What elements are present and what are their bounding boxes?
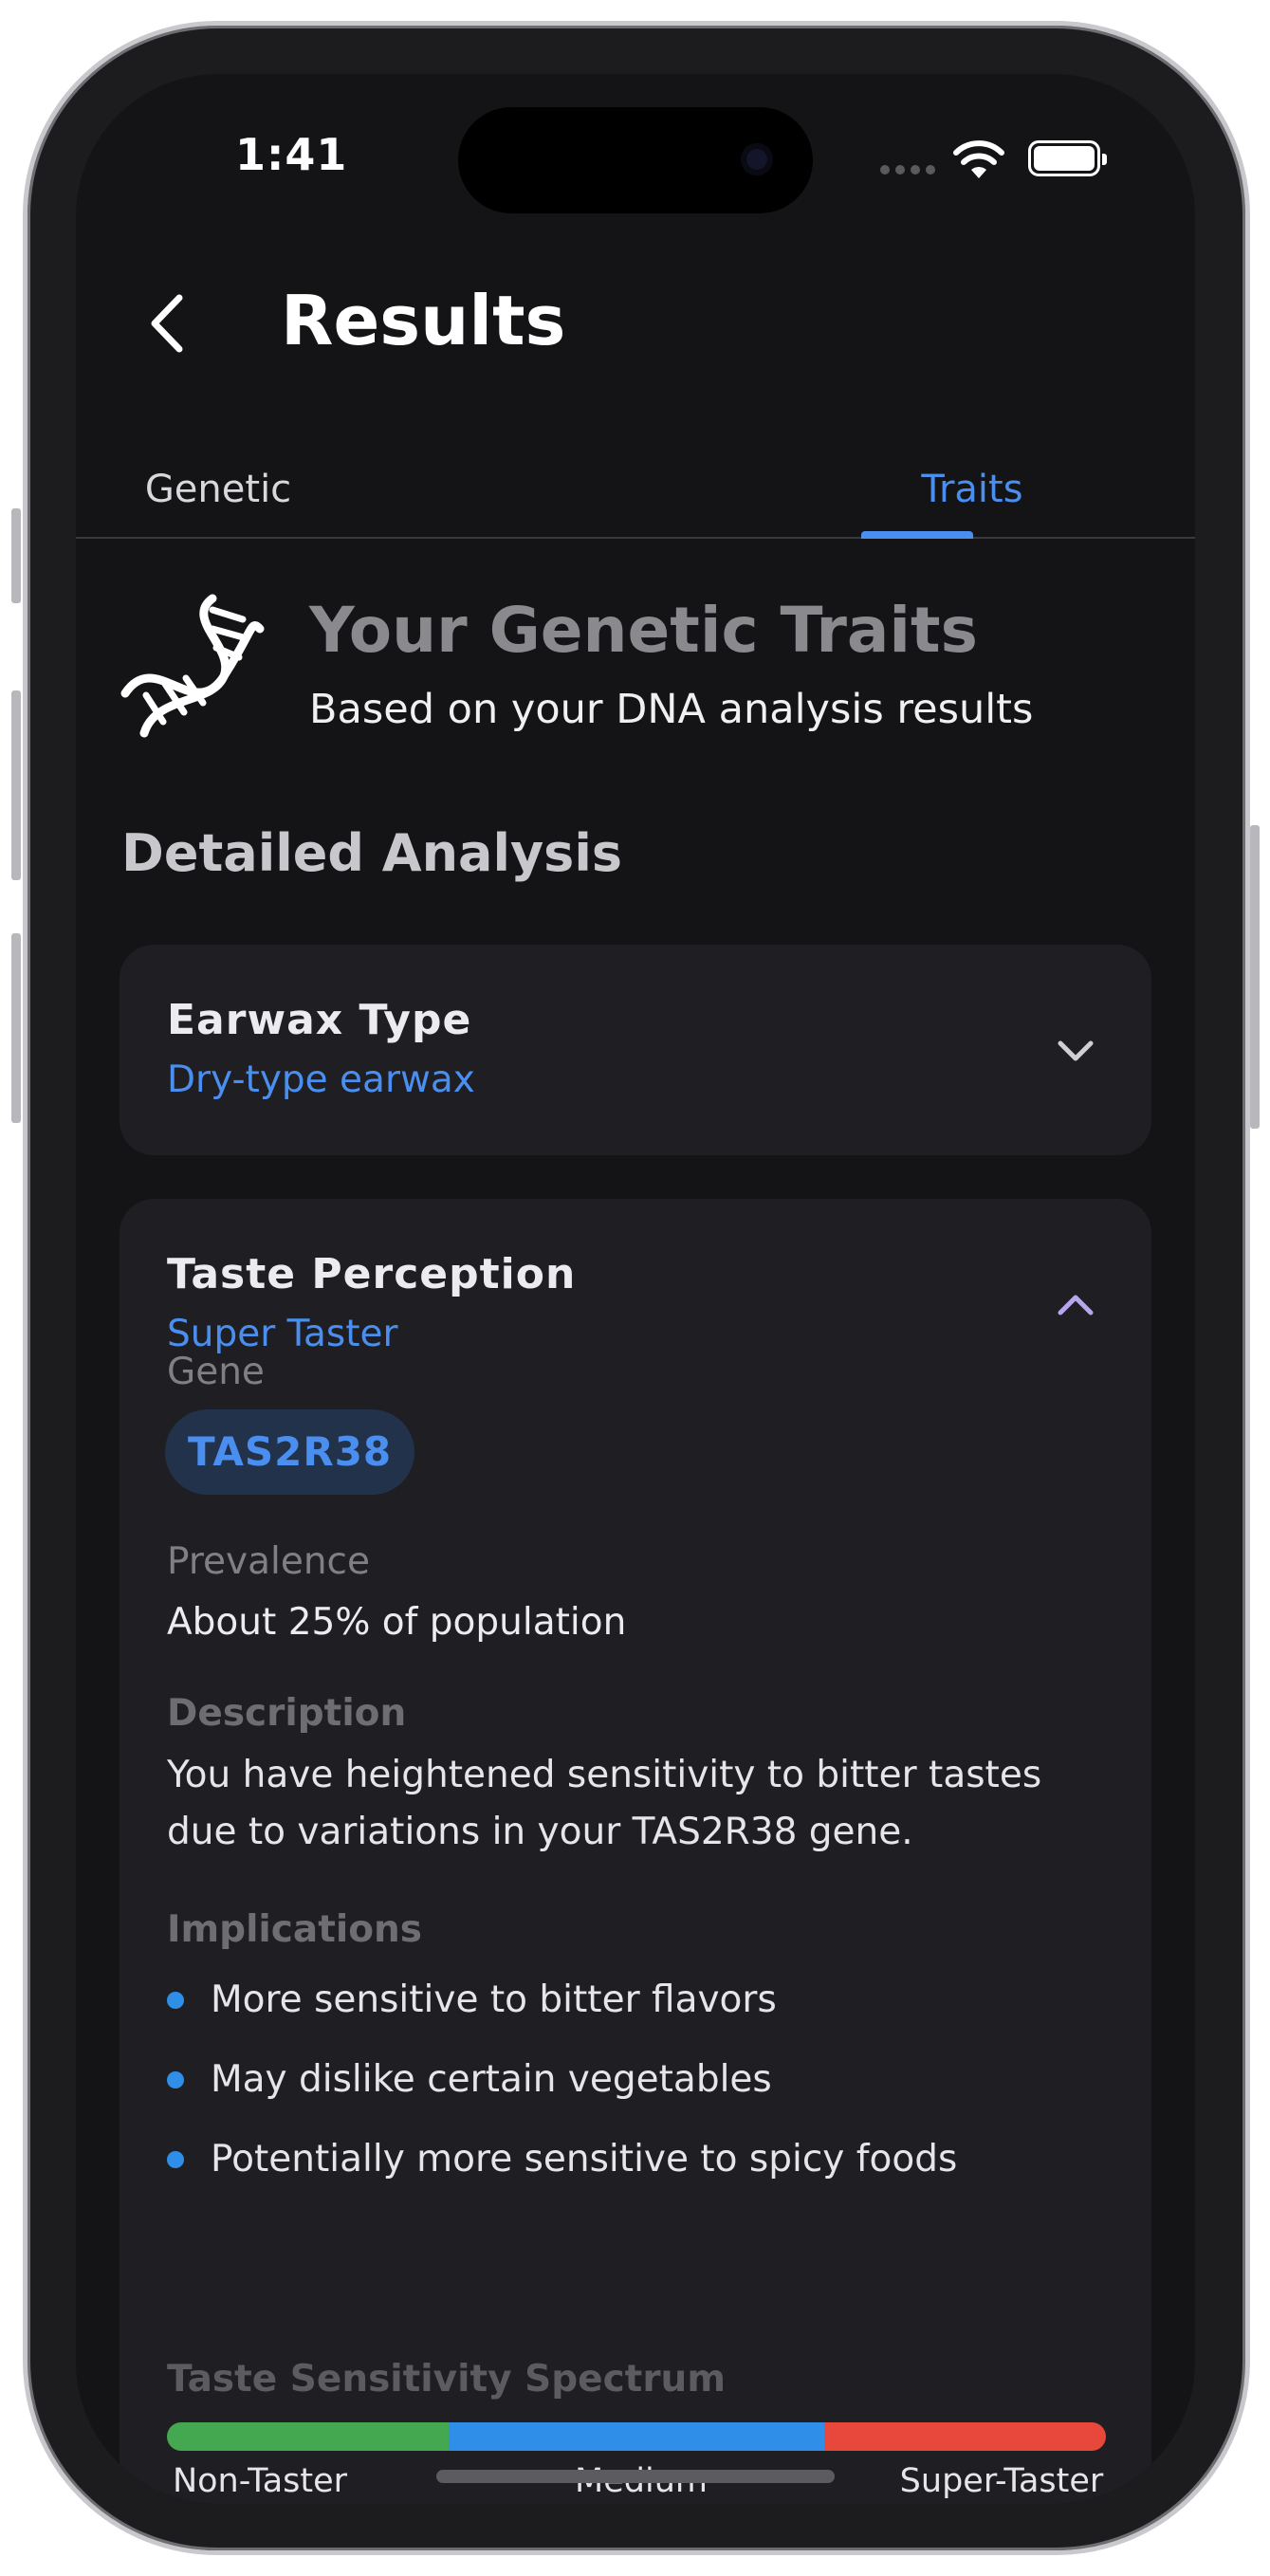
back-button[interactable] [133,290,199,357]
bullet-icon [167,1991,184,2009]
description-text: You have heightened sensitivity to bitte… [167,1754,1042,1853]
chevron-up-icon[interactable] [1053,1282,1098,1328]
volume-up-button [11,690,21,880]
tab-bar: Genetic Traits [76,442,1195,539]
trait-card-taste[interactable]: Taste Perception Super Taster Gene TAS2R… [120,1199,1151,2504]
spectrum-segment-3 [824,2422,1106,2451]
implication-text: Potentially more sensitive to spicy food… [211,2138,958,2180]
taste-spectrum-bar [167,2422,1106,2451]
description-label: Description [167,1692,407,1735]
section-title: Detailed Analysis [121,823,622,883]
trait-card-earwax[interactable]: Earwax Type Dry-type earwax [120,945,1151,1155]
trait-title: Taste Perception [167,1250,577,1298]
dna-icon [120,594,265,738]
power-button [1250,825,1260,1129]
prevalence-label: Prevalence [167,1540,370,1583]
implication-item: May dislike certain vegetables [167,2058,772,2101]
tab-genetic[interactable]: Genetic [76,442,635,537]
gene-badge: TAS2R38 [165,1409,415,1495]
traits-subheading: Based on your DNA analysis results [309,686,1034,733]
trait-result: Super Taster [167,1313,398,1355]
bullet-icon [167,2150,184,2168]
traits-heading: Your Genetic Traits [309,594,978,667]
implication-item: More sensitive to bitter flavors [167,1978,777,2021]
spectrum-label-super-taster: Super-Taster [899,2462,1104,2500]
spectrum-label-non-taster: Non-Taster [172,2462,348,2500]
dynamic-island [458,107,813,213]
home-indicator[interactable] [436,2470,835,2483]
implication-text: May dislike certain vegetables [211,2058,772,2101]
tab-traits[interactable]: Traits [635,442,1195,537]
chevron-left-icon [151,294,183,353]
implication-text: More sensitive to bitter flavors [211,1978,777,2021]
active-tab-indicator [861,531,973,539]
gene-label: Gene [167,1351,265,1393]
action-button [11,508,21,603]
implication-item: Potentially more sensitive to spicy food… [167,2138,957,2180]
trait-result: Dry-type earwax [167,1058,475,1101]
spectrum-label: Taste Sensitivity Spectrum [167,2358,726,2401]
wifi-icon [953,140,1004,178]
camera-icon [741,143,773,175]
spectrum-segment-1 [167,2422,449,2451]
spectrum-segment-2 [449,2422,824,2451]
status-time: 1:41 [235,129,348,180]
volume-down-button [11,933,21,1123]
cellular-signal-icon [880,165,935,175]
phone-screen: 1:41 Results Genetic Traits Your Genetic… [76,74,1195,2504]
page-title: Results [281,281,566,360]
trait-title: Earwax Type [167,996,472,1044]
chevron-down-icon[interactable] [1053,1028,1098,1074]
battery-icon [1028,140,1107,176]
bullet-icon [167,2070,184,2088]
implications-label: Implications [167,1908,423,1951]
prevalence-value: About 25% of population [167,1601,627,1644]
